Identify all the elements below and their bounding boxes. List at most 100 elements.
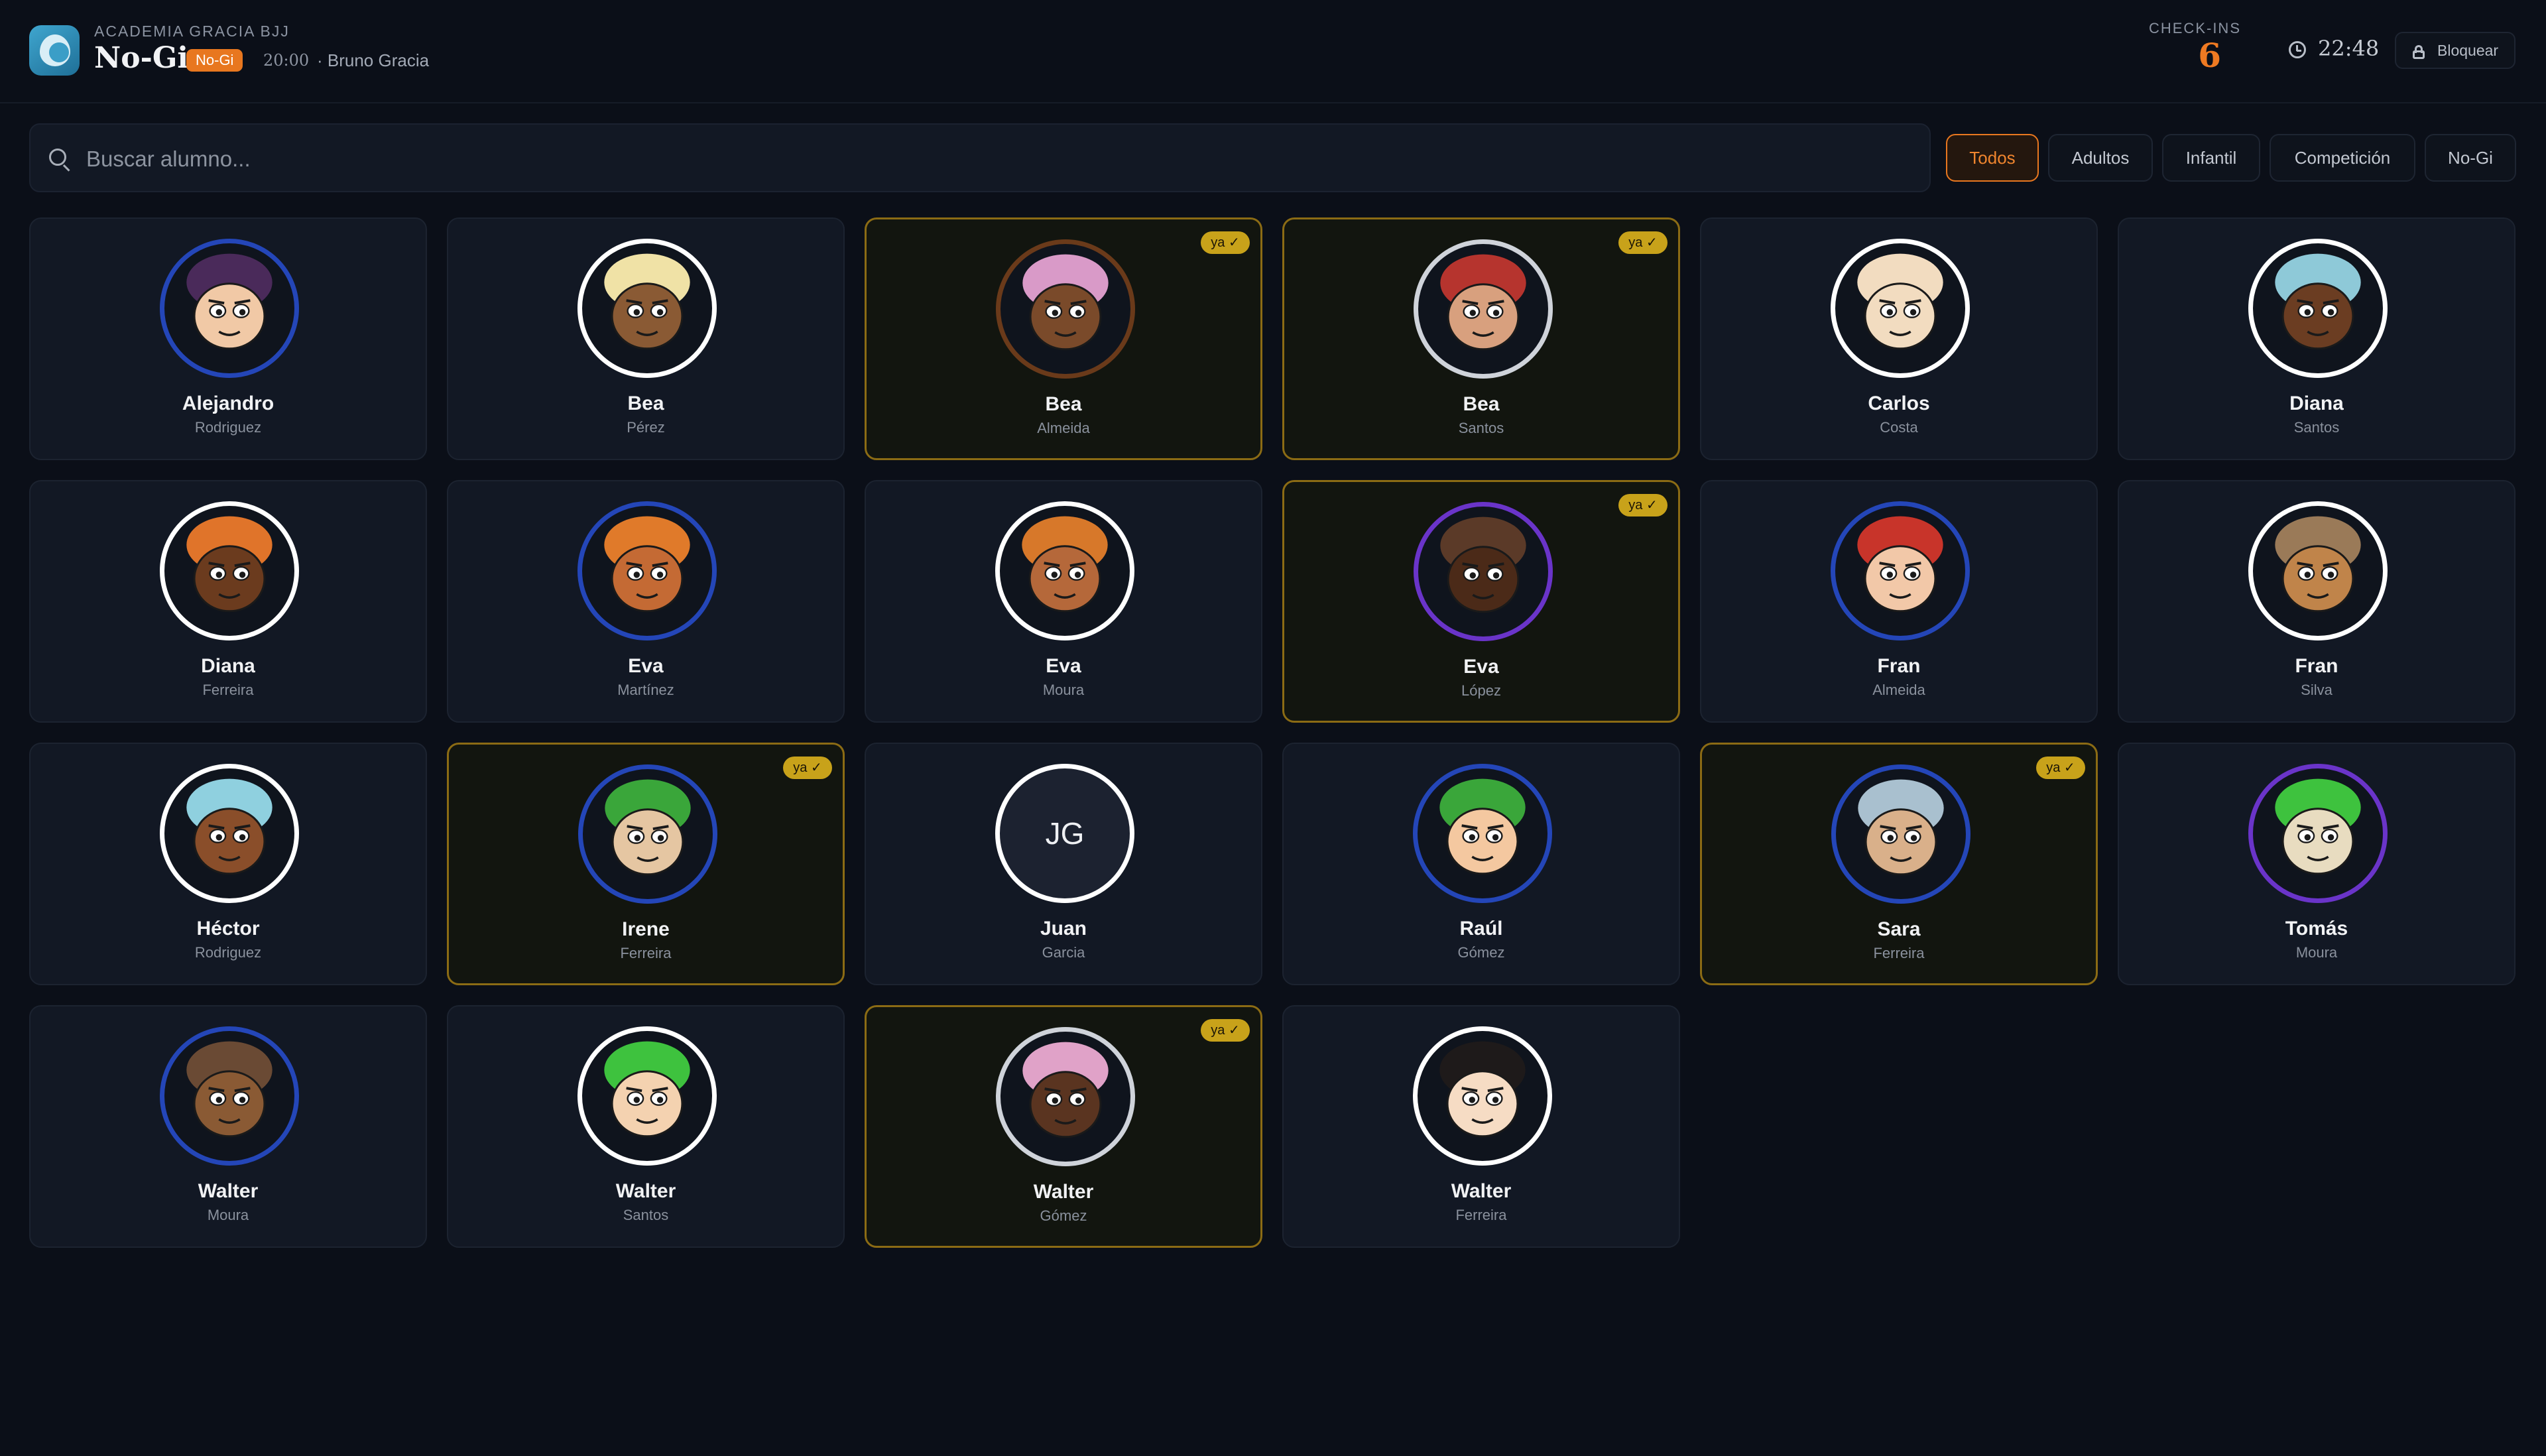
student-card[interactable]: ya ✓ Irene Ferreira — [447, 743, 845, 985]
cartoon-avatar-icon — [1831, 239, 1970, 378]
student-surname: López — [1461, 682, 1501, 699]
lock-button-label: Bloquear — [2437, 42, 2499, 59]
student-card[interactable]: JG Juan Garcia — [865, 743, 1262, 985]
student-card[interactable]: Alejandro Rodriguez — [29, 217, 427, 460]
initials-avatar: JG — [995, 764, 1134, 903]
student-name: Fran — [2295, 655, 2338, 677]
student-name: Héctor — [196, 918, 260, 940]
student-name: Walter — [1451, 1180, 1512, 1202]
cartoon-avatar-icon — [160, 764, 299, 903]
student-card[interactable]: ya ✓ Bea Santos — [1282, 217, 1680, 460]
student-card[interactable]: ya ✓ Eva López — [1282, 480, 1680, 723]
student-name: Bea — [1045, 393, 1082, 415]
student-surname: Ferreira — [620, 945, 672, 961]
student-surname: Pérez — [627, 419, 665, 436]
student-surname: Costa — [1880, 419, 1918, 436]
student-surname: Santos — [1458, 420, 1504, 436]
checked-in-badge: ya ✓ — [1201, 231, 1250, 254]
student-surname: Ferreira — [1873, 945, 1925, 961]
cartoon-avatar-icon — [2248, 501, 2388, 640]
cartoon-avatar-icon — [1414, 239, 1553, 379]
search-input[interactable] — [86, 141, 1903, 178]
filter-no-gi[interactable]: No-Gi — [2425, 134, 2516, 182]
lock-icon — [2412, 45, 2425, 59]
checked-in-badge: ya ✓ — [1201, 1019, 1250, 1042]
student-name: Bea — [1463, 393, 1500, 415]
student-card[interactable]: Eva Moura — [865, 480, 1262, 723]
cartoon-avatar-icon — [577, 501, 717, 640]
student-surname: Moura — [1042, 682, 1085, 698]
student-name: Raúl — [1459, 918, 1503, 940]
filter-competicion[interactable]: Competición — [2270, 134, 2415, 182]
class-type-badge: No-Gi — [186, 49, 243, 72]
checkins-label: CHECK-INS — [2148, 20, 2241, 36]
avatar-initials: JG — [1045, 816, 1085, 851]
student-name: Sara — [1877, 918, 1921, 940]
checked-in-badge: ya ✓ — [783, 757, 832, 779]
student-surname: Ferreira — [1455, 1207, 1507, 1223]
cartoon-avatar-icon — [160, 501, 299, 640]
cartoon-avatar-icon — [160, 239, 299, 378]
checked-in-badge: ya ✓ — [1618, 494, 1667, 516]
filter-infantil[interactable]: Infantil — [2162, 134, 2260, 182]
student-card[interactable]: ya ✓ Sara Ferreira — [1700, 743, 2098, 985]
clock-time: 22:48 — [2318, 36, 2380, 61]
student-surname: Rodriguez — [194, 419, 262, 436]
student-card[interactable]: Tomás Moura — [2118, 743, 2516, 985]
student-name: Walter — [1033, 1181, 1094, 1203]
filter-adultos[interactable]: Adultos — [2048, 134, 2153, 182]
filter-todos[interactable]: Todos — [1946, 134, 2039, 182]
student-surname: Gómez — [1040, 1207, 1087, 1224]
student-name: Alejandro — [182, 393, 274, 414]
student-card[interactable]: ya ✓ Bea Almeida — [865, 217, 1262, 460]
student-name: Walter — [615, 1180, 676, 1202]
student-card[interactable]: ya ✓ Walter Gómez — [865, 1005, 1262, 1248]
student-card[interactable]: Walter Santos — [447, 1005, 845, 1248]
lock-button[interactable]: Bloquear — [2395, 32, 2516, 69]
student-card[interactable]: Walter Ferreira — [1282, 1005, 1680, 1248]
student-card[interactable]: Diana Santos — [2118, 217, 2516, 460]
class-time: 20:00 — [263, 51, 310, 70]
class-title: No-Gi — [94, 41, 189, 75]
student-surname: Martínez — [617, 682, 674, 698]
clock-icon — [2289, 41, 2306, 58]
cartoon-avatar-icon — [2248, 764, 2388, 903]
student-card[interactable]: Walter Moura — [29, 1005, 427, 1248]
student-surname: Garcia — [1042, 944, 1085, 961]
checkins-count: 6 — [2198, 36, 2221, 75]
student-name: Eva — [628, 655, 664, 677]
student-card[interactable]: Héctor Rodriguez — [29, 743, 427, 985]
student-card[interactable]: Bea Pérez — [447, 217, 845, 460]
cartoon-avatar-icon — [995, 501, 1134, 640]
student-card[interactable]: Fran Silva — [2118, 480, 2516, 723]
student-surname: Moura — [207, 1207, 249, 1223]
student-name: Carlos — [1868, 393, 1930, 414]
student-card[interactable]: Carlos Costa — [1700, 217, 2098, 460]
student-surname: Silva — [2301, 682, 2333, 698]
student-surname: Santos — [2293, 419, 2340, 436]
academy-logo-icon — [29, 25, 80, 76]
student-card[interactable]: Eva Martínez — [447, 480, 845, 723]
student-name: Diana — [201, 655, 255, 677]
student-name: Eva — [1046, 655, 1081, 677]
cartoon-avatar-icon — [1413, 1026, 1552, 1166]
student-surname: Moura — [2295, 944, 2338, 961]
cartoon-avatar-icon — [1413, 764, 1552, 903]
cartoon-avatar-icon — [996, 239, 1135, 379]
student-surname: Gómez — [1457, 944, 1505, 961]
student-surname: Almeida — [1037, 420, 1090, 436]
cartoon-avatar-icon — [2248, 239, 2388, 378]
student-card[interactable]: Fran Almeida — [1700, 480, 2098, 723]
student-card[interactable]: Diana Ferreira — [29, 480, 427, 723]
student-surname: Almeida — [1872, 682, 1925, 698]
cartoon-avatar-icon — [578, 764, 717, 904]
top-bar: ACADEMIA GRACIA BJJ No-Gi No-Gi 20:00 · … — [0, 0, 2546, 103]
checked-in-badge: ya ✓ — [1618, 231, 1667, 254]
cartoon-avatar-icon — [160, 1026, 299, 1166]
student-card[interactable]: Raúl Gómez — [1282, 743, 1680, 985]
student-name: Tomás — [2285, 918, 2348, 940]
student-name: Fran — [1877, 655, 1921, 677]
cartoon-avatar-icon — [1414, 502, 1553, 641]
student-surname: Rodriguez — [194, 944, 262, 961]
student-name: Walter — [198, 1180, 259, 1202]
